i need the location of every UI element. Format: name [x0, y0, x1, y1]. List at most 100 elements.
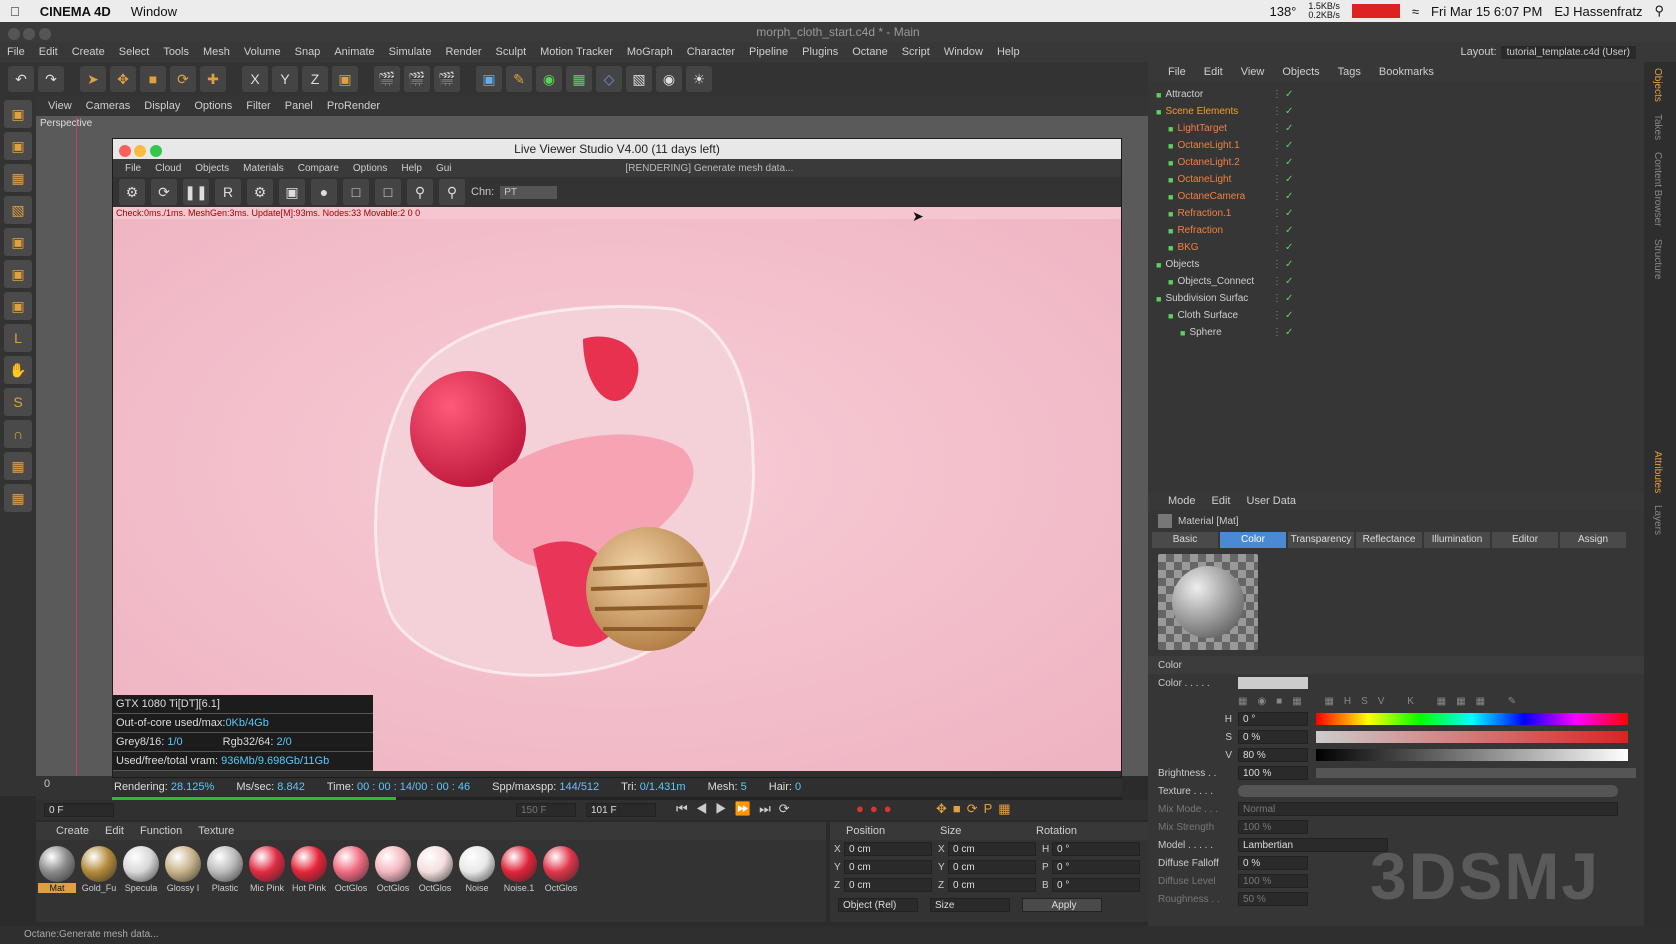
object-flags[interactable]: ⋮ ✓: [1272, 123, 1293, 134]
live-select-icon[interactable]: ✚: [200, 66, 226, 92]
clock[interactable]: Fri Mar 15 6:07 PM: [1431, 4, 1542, 19]
attribute-tab[interactable]: Reflectance: [1356, 532, 1422, 548]
attr-menu-userdata[interactable]: User Data: [1247, 495, 1297, 507]
lv-pin-icon[interactable]: ⚲: [439, 179, 465, 205]
attribute-tab[interactable]: Basic: [1152, 532, 1218, 548]
rotation-field[interactable]: 0 °: [1052, 842, 1140, 856]
hue-slider[interactable]: [1316, 713, 1628, 725]
color-swatch[interactable]: [1238, 677, 1308, 689]
solo-icon[interactable]: ▦: [4, 484, 32, 512]
texture-mode-icon[interactable]: ▦: [4, 164, 32, 192]
mat-menu-texture[interactable]: Texture: [198, 825, 234, 837]
pen-icon[interactable]: ✎: [506, 66, 532, 92]
menu-select[interactable]: Select: [112, 46, 157, 58]
attribute-tab[interactable]: Assign: [1560, 532, 1626, 548]
material-swatch[interactable]: OctGlos: [332, 842, 370, 893]
tab-layers[interactable]: Layers: [1644, 499, 1671, 541]
object-flags[interactable]: ⋮ ✓: [1272, 327, 1293, 338]
enabled-check-icon[interactable]: ✓: [1285, 208, 1293, 219]
model-mode-icon[interactable]: ▣: [4, 132, 32, 160]
lv-settings-icon[interactable]: ⚙: [119, 179, 145, 205]
tab-takes[interactable]: Takes: [1644, 108, 1671, 146]
menu-animate[interactable]: Animate: [327, 46, 381, 58]
viewport-menu-cameras[interactable]: Cameras: [86, 100, 131, 112]
light-icon[interactable]: ☀: [686, 66, 712, 92]
apply-button[interactable]: Apply: [1022, 898, 1102, 912]
enabled-check-icon[interactable]: ✓: [1285, 89, 1293, 100]
lv-channel-select[interactable]: PT: [500, 185, 558, 199]
attribute-tab[interactable]: Illumination: [1424, 532, 1490, 548]
lv-menu-gui[interactable]: Gui: [436, 163, 452, 174]
object-row[interactable]: ■ OctaneLight ⋮ ✓: [1148, 171, 1644, 188]
material-swatch[interactable]: Mat: [38, 842, 76, 893]
lv-menu-compare[interactable]: Compare: [298, 163, 339, 174]
rotation-field[interactable]: 0 °: [1052, 860, 1140, 874]
visibility-dots-icon[interactable]: ⋮: [1272, 89, 1282, 100]
material-preview[interactable]: [1158, 554, 1258, 650]
tab-content-browser[interactable]: Content Browser: [1644, 146, 1671, 232]
object-row[interactable]: ■ Subdivision Surfac ⋮ ✓: [1148, 290, 1644, 307]
lv-zoom-button[interactable]: [149, 145, 162, 157]
attr-menu-mode[interactable]: Mode: [1168, 495, 1196, 507]
lv-focus-icon[interactable]: □: [343, 179, 369, 205]
visibility-dots-icon[interactable]: ⋮: [1272, 140, 1282, 151]
attr-menu-edit[interactable]: Edit: [1212, 495, 1231, 507]
render-settings-icon[interactable]: 🎬: [434, 66, 460, 92]
menu-help[interactable]: Help: [990, 46, 1027, 58]
y-axis-icon[interactable]: Y: [272, 66, 298, 92]
menu-render[interactable]: Render: [438, 46, 488, 58]
menu-mesh[interactable]: Mesh: [196, 46, 237, 58]
mat-menu-create[interactable]: Create: [56, 825, 89, 837]
visibility-dots-icon[interactable]: ⋮: [1272, 259, 1282, 270]
minimize-window-button[interactable]: [23, 28, 36, 40]
object-flags[interactable]: ⋮ ✓: [1272, 191, 1293, 202]
mat-menu-edit[interactable]: Edit: [105, 825, 124, 837]
material-swatch[interactable]: Specula: [122, 842, 160, 893]
menu-edit[interactable]: Edit: [32, 46, 65, 58]
menu-plugins[interactable]: Plugins: [795, 46, 845, 58]
menu-simulate[interactable]: Simulate: [382, 46, 439, 58]
user-name[interactable]: EJ Hassenfratz: [1554, 4, 1642, 19]
object-row[interactable]: ■ Attractor ⋮ ✓: [1148, 86, 1644, 103]
lv-lock-icon[interactable]: ▣: [279, 179, 305, 205]
object-row[interactable]: ■ OctaneLight.2 ⋮ ✓: [1148, 154, 1644, 171]
enabled-check-icon[interactable]: ✓: [1285, 106, 1293, 117]
lv-pause-icon[interactable]: ❚❚: [183, 179, 209, 205]
mix-strength-field[interactable]: 100 %: [1238, 820, 1308, 834]
enabled-check-icon[interactable]: ✓: [1285, 293, 1293, 304]
lv-crop-icon[interactable]: □: [375, 179, 401, 205]
object-flags[interactable]: ⋮ ✓: [1272, 208, 1293, 219]
lv-menu-objects[interactable]: Objects: [195, 163, 229, 174]
menu-sculpt[interactable]: Sculpt: [489, 46, 534, 58]
scale-tool-icon[interactable]: ■: [140, 66, 166, 92]
object-row[interactable]: ■ Cloth Surface ⋮ ✓: [1148, 307, 1644, 324]
playback-controls[interactable]: ⏮◀▶⏩⏭⟳: [676, 801, 798, 817]
lv-pick-icon[interactable]: ⚲: [407, 179, 433, 205]
viewport-menu-panel[interactable]: Panel: [285, 100, 313, 112]
tab-objects[interactable]: Objects: [1644, 62, 1671, 108]
object-flags[interactable]: ⋮ ✓: [1272, 242, 1293, 253]
object-row[interactable]: ■ LightTarget ⋮ ✓: [1148, 120, 1644, 137]
lv-menu-file[interactable]: File: [125, 163, 141, 174]
hue-field[interactable]: 0 °: [1238, 712, 1308, 726]
size-field[interactable]: 0 cm: [948, 842, 1036, 856]
record-keys-icon[interactable]: ●●●: [856, 801, 898, 816]
obj-menu-file[interactable]: File: [1168, 66, 1186, 78]
obj-menu-bookmarks[interactable]: Bookmarks: [1379, 66, 1434, 78]
x-axis-icon[interactable]: X: [242, 66, 268, 92]
end-frame-field[interactable]: 101 F: [586, 803, 656, 817]
snap-icon[interactable]: S: [4, 388, 32, 416]
enabled-check-icon[interactable]: ✓: [1285, 259, 1293, 270]
visibility-dots-icon[interactable]: ⋮: [1272, 327, 1282, 338]
enabled-check-icon[interactable]: ✓: [1285, 157, 1293, 168]
obj-menu-edit[interactable]: Edit: [1204, 66, 1223, 78]
coord-mode-select[interactable]: Object (Rel): [838, 898, 918, 912]
coordinate-system-icon[interactable]: ▣: [332, 66, 358, 92]
size-field[interactable]: 0 cm: [948, 860, 1036, 874]
object-row[interactable]: ■ OctaneCamera ⋮ ✓: [1148, 188, 1644, 205]
material-swatch[interactable]: OctGlos: [542, 842, 580, 893]
object-row[interactable]: ■ Scene Elements ⋮ ✓: [1148, 103, 1644, 120]
object-flags[interactable]: ⋮ ✓: [1272, 310, 1293, 321]
axis-mode-icon[interactable]: L: [4, 324, 32, 352]
layout-select[interactable]: tutorial_template.c4d (User): [1500, 45, 1636, 59]
